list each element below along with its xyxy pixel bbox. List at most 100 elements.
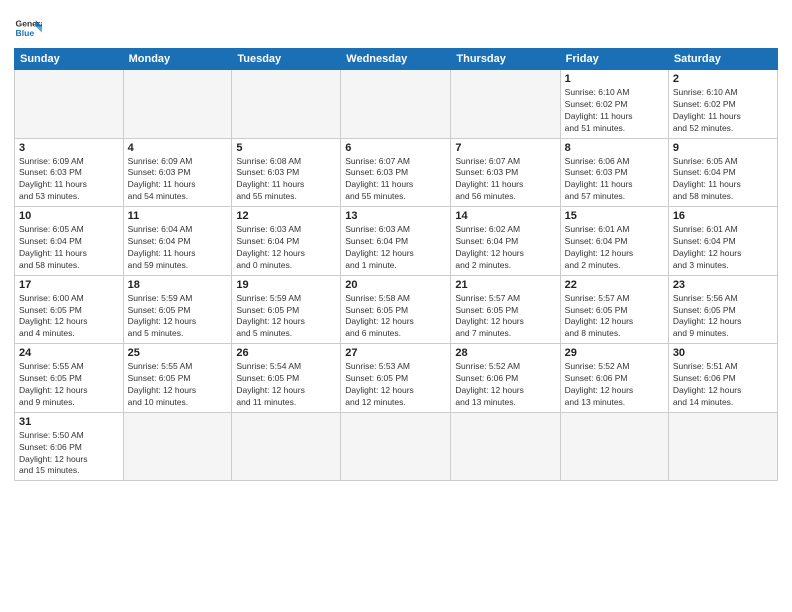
day-number: 31 bbox=[19, 416, 119, 428]
week-row-1: 1Sunrise: 6:10 AM Sunset: 6:02 PM Daylig… bbox=[15, 70, 778, 139]
calendar-cell: 1Sunrise: 6:10 AM Sunset: 6:02 PM Daylig… bbox=[560, 70, 668, 139]
day-info: Sunrise: 6:07 AM Sunset: 6:03 PM Dayligh… bbox=[345, 156, 446, 204]
day-info: Sunrise: 6:08 AM Sunset: 6:03 PM Dayligh… bbox=[236, 156, 336, 204]
calendar-cell: 22Sunrise: 5:57 AM Sunset: 6:05 PM Dayli… bbox=[560, 275, 668, 344]
calendar-cell: 18 Sunrise: 5:59 AM Sunset: 6:05 PM Dayli… bbox=[123, 275, 232, 344]
day-info: Sunrise: 6:09 AM Sunset: 6:03 PM Dayligh… bbox=[128, 156, 228, 204]
weekday-header-thursday: Thursday bbox=[451, 49, 560, 70]
header: General Blue bbox=[14, 10, 778, 42]
day-info: Sunrise: 5:57 AM Sunset: 6:05 PM Dayligh… bbox=[565, 293, 664, 341]
calendar-cell: 4 Sunrise: 6:09 AM Sunset: 6:03 PM Daylig… bbox=[123, 138, 232, 207]
day-info: Sunrise: 5:57 AM Sunset: 6:05 PM Dayligh… bbox=[455, 293, 555, 341]
day-number: 25 bbox=[128, 347, 228, 359]
day-info: Sunrise: 5:59 AM Sunset: 6:05 PM Dayligh… bbox=[236, 293, 336, 341]
day-info: Sunrise: 6:07 AM Sunset: 6:03 PM Dayligh… bbox=[455, 156, 555, 204]
day-number: 29 bbox=[565, 347, 664, 359]
day-number: 14 bbox=[455, 210, 555, 222]
week-row-5: 24 Sunrise: 5:55 AM Sunset: 6:05 PM Dayli… bbox=[15, 344, 778, 413]
day-number: 23 bbox=[673, 279, 773, 291]
calendar-cell: 21 Sunrise: 5:57 AM Sunset: 6:05 PM Dayli… bbox=[451, 275, 560, 344]
calendar-table: SundayMondayTuesdayWednesdayThursdayFrid… bbox=[14, 48, 778, 481]
day-number: 7 bbox=[455, 142, 555, 154]
day-info: Sunrise: 6:03 AM Sunset: 6:04 PM Dayligh… bbox=[236, 224, 336, 272]
calendar-cell: 13 Sunrise: 6:03 AM Sunset: 6:04 PM Dayli… bbox=[341, 207, 451, 276]
calendar-cell bbox=[123, 412, 232, 481]
day-info: Sunrise: 5:59 AM Sunset: 6:05 PM Dayligh… bbox=[128, 293, 228, 341]
day-number: 16 bbox=[673, 210, 773, 222]
day-number: 27 bbox=[345, 347, 446, 359]
calendar-cell: 29Sunrise: 5:52 AM Sunset: 6:06 PM Dayli… bbox=[560, 344, 668, 413]
calendar-cell: 19 Sunrise: 5:59 AM Sunset: 6:05 PM Dayli… bbox=[232, 275, 341, 344]
page: General Blue SundayMondayTuesdayWednesda… bbox=[0, 0, 792, 612]
day-number: 17 bbox=[19, 279, 119, 291]
day-number: 6 bbox=[345, 142, 446, 154]
day-info: Sunrise: 6:10 AM Sunset: 6:02 PM Dayligh… bbox=[565, 87, 664, 135]
day-number: 10 bbox=[19, 210, 119, 222]
day-info: Sunrise: 6:09 AM Sunset: 6:03 PM Dayligh… bbox=[19, 156, 119, 204]
day-info: Sunrise: 5:52 AM Sunset: 6:06 PM Dayligh… bbox=[455, 361, 555, 409]
calendar-cell: 6 Sunrise: 6:07 AM Sunset: 6:03 PM Daylig… bbox=[341, 138, 451, 207]
day-info: Sunrise: 5:55 AM Sunset: 6:05 PM Dayligh… bbox=[19, 361, 119, 409]
day-number: 11 bbox=[128, 210, 228, 222]
calendar-cell: 9 Sunrise: 6:05 AM Sunset: 6:04 PM Daylig… bbox=[668, 138, 777, 207]
calendar-cell: 7 Sunrise: 6:07 AM Sunset: 6:03 PM Daylig… bbox=[451, 138, 560, 207]
day-info: Sunrise: 6:03 AM Sunset: 6:04 PM Dayligh… bbox=[345, 224, 446, 272]
day-number: 12 bbox=[236, 210, 336, 222]
day-info: Sunrise: 5:53 AM Sunset: 6:05 PM Dayligh… bbox=[345, 361, 446, 409]
calendar-cell: 31Sunrise: 5:50 AM Sunset: 6:06 PM Dayli… bbox=[15, 412, 124, 481]
day-info: Sunrise: 5:55 AM Sunset: 6:05 PM Dayligh… bbox=[128, 361, 228, 409]
calendar-cell: 30Sunrise: 5:51 AM Sunset: 6:06 PM Dayli… bbox=[668, 344, 777, 413]
day-number: 5 bbox=[236, 142, 336, 154]
calendar-cell bbox=[15, 70, 124, 139]
day-info: Sunrise: 6:02 AM Sunset: 6:04 PM Dayligh… bbox=[455, 224, 555, 272]
day-info: Sunrise: 6:01 AM Sunset: 6:04 PM Dayligh… bbox=[565, 224, 664, 272]
day-number: 9 bbox=[673, 142, 773, 154]
day-number: 13 bbox=[345, 210, 446, 222]
weekday-header-friday: Friday bbox=[560, 49, 668, 70]
calendar-cell bbox=[232, 70, 341, 139]
calendar-cell: 28Sunrise: 5:52 AM Sunset: 6:06 PM Dayli… bbox=[451, 344, 560, 413]
day-info: Sunrise: 6:05 AM Sunset: 6:04 PM Dayligh… bbox=[673, 156, 773, 204]
calendar-cell: 12 Sunrise: 6:03 AM Sunset: 6:04 PM Dayli… bbox=[232, 207, 341, 276]
weekday-header-sunday: Sunday bbox=[15, 49, 124, 70]
generalblue-logo-icon: General Blue bbox=[14, 14, 42, 42]
calendar-cell: 16Sunrise: 6:01 AM Sunset: 6:04 PM Dayli… bbox=[668, 207, 777, 276]
day-number: 19 bbox=[236, 279, 336, 291]
calendar-cell: 26 Sunrise: 5:54 AM Sunset: 6:05 PM Dayli… bbox=[232, 344, 341, 413]
week-row-6: 31Sunrise: 5:50 AM Sunset: 6:06 PM Dayli… bbox=[15, 412, 778, 481]
calendar-cell: 8Sunrise: 6:06 AM Sunset: 6:03 PM Daylig… bbox=[560, 138, 668, 207]
calendar-cell: 5 Sunrise: 6:08 AM Sunset: 6:03 PM Daylig… bbox=[232, 138, 341, 207]
calendar-cell: 3Sunrise: 6:09 AM Sunset: 6:03 PM Daylig… bbox=[15, 138, 124, 207]
weekday-header-wednesday: Wednesday bbox=[341, 49, 451, 70]
calendar-cell bbox=[232, 412, 341, 481]
calendar-cell bbox=[451, 70, 560, 139]
logo: General Blue bbox=[14, 14, 42, 42]
calendar-cell: 11Sunrise: 6:04 AM Sunset: 6:04 PM Dayli… bbox=[123, 207, 232, 276]
day-info: Sunrise: 6:10 AM Sunset: 6:02 PM Dayligh… bbox=[673, 87, 773, 135]
calendar-cell: 14 Sunrise: 6:02 AM Sunset: 6:04 PM Dayli… bbox=[451, 207, 560, 276]
weekday-header-row: SundayMondayTuesdayWednesdayThursdayFrid… bbox=[15, 49, 778, 70]
calendar-cell bbox=[123, 70, 232, 139]
day-number: 21 bbox=[455, 279, 555, 291]
calendar-cell: 17 Sunrise: 6:00 AM Sunset: 6:05 PM Dayli… bbox=[15, 275, 124, 344]
calendar-cell: 15 Sunrise: 6:01 AM Sunset: 6:04 PM Dayli… bbox=[560, 207, 668, 276]
weekday-header-saturday: Saturday bbox=[668, 49, 777, 70]
day-info: Sunrise: 6:06 AM Sunset: 6:03 PM Dayligh… bbox=[565, 156, 664, 204]
day-number: 18 bbox=[128, 279, 228, 291]
calendar-cell: 10Sunrise: 6:05 AM Sunset: 6:04 PM Dayli… bbox=[15, 207, 124, 276]
week-row-4: 17 Sunrise: 6:00 AM Sunset: 6:05 PM Dayli… bbox=[15, 275, 778, 344]
day-info: Sunrise: 5:54 AM Sunset: 6:05 PM Dayligh… bbox=[236, 361, 336, 409]
calendar-cell: 23 Sunrise: 5:56 AM Sunset: 6:05 PM Dayli… bbox=[668, 275, 777, 344]
calendar-cell bbox=[451, 412, 560, 481]
day-number: 26 bbox=[236, 347, 336, 359]
week-row-2: 3Sunrise: 6:09 AM Sunset: 6:03 PM Daylig… bbox=[15, 138, 778, 207]
day-number: 24 bbox=[19, 347, 119, 359]
week-row-3: 10Sunrise: 6:05 AM Sunset: 6:04 PM Dayli… bbox=[15, 207, 778, 276]
calendar-cell: 24 Sunrise: 5:55 AM Sunset: 6:05 PM Dayli… bbox=[15, 344, 124, 413]
day-number: 4 bbox=[128, 142, 228, 154]
calendar-cell bbox=[341, 412, 451, 481]
day-number: 15 bbox=[565, 210, 664, 222]
day-info: Sunrise: 6:00 AM Sunset: 6:05 PM Dayligh… bbox=[19, 293, 119, 341]
day-info: Sunrise: 5:51 AM Sunset: 6:06 PM Dayligh… bbox=[673, 361, 773, 409]
day-info: Sunrise: 5:56 AM Sunset: 6:05 PM Dayligh… bbox=[673, 293, 773, 341]
